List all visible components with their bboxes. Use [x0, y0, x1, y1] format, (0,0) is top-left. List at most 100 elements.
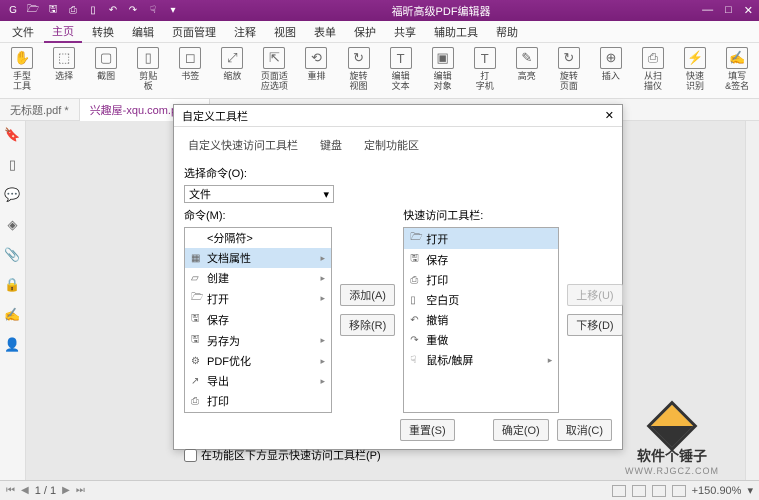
print-icon[interactable]: ⎙ — [66, 4, 80, 18]
view-mode-3-icon[interactable] — [652, 485, 666, 497]
dialog-tab[interactable]: 键盘 — [316, 135, 346, 155]
list-item[interactable]: <分隔符> — [185, 228, 331, 248]
ribbon-编辑文本[interactable]: T编辑文本 — [387, 47, 415, 91]
view-mode-1-icon[interactable] — [612, 485, 626, 497]
attach-icon[interactable]: 📎 — [4, 247, 20, 263]
ribbon-选择[interactable]: ⬚选择 — [50, 47, 78, 81]
move-down-button[interactable]: 下移(D) — [567, 314, 622, 336]
move-up-button[interactable]: 上移(U) — [567, 284, 622, 306]
undo-icon[interactable]: ↶ — [106, 4, 120, 18]
ribbon-旋转视图[interactable]: ↻旋转视图 — [345, 47, 373, 91]
menu-帮助[interactable]: 帮助 — [488, 22, 526, 42]
ribbon-快速识别[interactable]: ⚡快速识别 — [681, 47, 709, 91]
cancel-button[interactable]: 取消(C) — [557, 419, 612, 441]
list-item[interactable]: 🖫另存为▸ — [185, 330, 331, 351]
open-icon[interactable]: 🗁 — [26, 4, 40, 18]
next-page-button[interactable]: ▶ — [62, 485, 70, 496]
dialog-tab[interactable]: 自定义快速访问工具栏 — [184, 135, 302, 155]
zoom-dropdown-icon[interactable]: ▾ — [747, 484, 753, 497]
list-item[interactable]: ▱创建▸ — [185, 268, 331, 288]
list-item[interactable]: ↶撤销 — [404, 310, 558, 330]
ribbon-插入[interactable]: ⊕插入 — [597, 47, 625, 81]
menu-转换[interactable]: 转换 — [84, 22, 122, 42]
list-item[interactable]: ↗导出▸ — [185, 371, 331, 391]
close-button[interactable]: ✕ — [744, 4, 753, 17]
ribbon-从扫描仪[interactable]: ⎙从扫描仪 — [639, 47, 667, 91]
view-mode-2-icon[interactable] — [632, 485, 646, 497]
menu-辅助工具[interactable]: 辅助工具 — [426, 22, 486, 42]
last-page-button[interactable]: ⏭ — [76, 485, 85, 496]
save-icon[interactable]: 🖫 — [46, 4, 60, 18]
menu-注释[interactable]: 注释 — [226, 22, 264, 42]
layers-icon[interactable]: ◈ — [8, 217, 18, 233]
redo-icon[interactable]: ↷ — [126, 4, 140, 18]
commands-listbox[interactable]: <分隔符> ▦文档属性▸▱创建▸🗁打开▸🖫保存🖫另存为▸⚙PDF优化▸↗导出▸⎙打… — [184, 227, 332, 413]
ribbon-label: 编辑对象 — [434, 71, 452, 91]
add-button[interactable]: 添加(A) — [340, 284, 395, 306]
list-item[interactable]: ⚙PDF优化▸ — [185, 351, 331, 371]
bookmark-icon[interactable]: 🔖 — [4, 127, 20, 143]
ribbon-手型工具[interactable]: ✋手型工具 — [8, 47, 36, 91]
ribbon-编辑对象[interactable]: ▣编辑对象 — [429, 47, 457, 91]
reset-button[interactable]: 重置(S) — [400, 419, 455, 441]
list-item[interactable]: 🖫保存 — [185, 309, 331, 330]
touch-icon[interactable]: ☟ — [146, 4, 160, 18]
category-select[interactable]: 文件 ▾ — [184, 185, 334, 203]
security-icon[interactable]: 🔒 — [4, 277, 20, 293]
list-item[interactable]: ▯空白页 — [404, 290, 558, 310]
comment-icon[interactable]: 💬 — [4, 187, 20, 203]
list-item[interactable]: ⎙批量打印 — [185, 411, 331, 413]
maximize-button[interactable]: □ — [725, 4, 732, 17]
ribbon-高亮[interactable]: ✎高亮 — [513, 47, 541, 81]
menu-保护[interactable]: 保护 — [346, 22, 384, 42]
ribbon-填写&签名[interactable]: ✍填写&签名 — [723, 47, 751, 91]
list-item[interactable]: 🗁打开 — [404, 228, 558, 249]
document-tab[interactable]: 无标题.pdf * — [0, 99, 80, 121]
zoom-value[interactable]: +150.90% — [692, 485, 742, 497]
ribbon-重排[interactable]: ⟲重排 — [302, 47, 330, 81]
item-label: PDF优化 — [207, 353, 251, 369]
dropdown-icon[interactable]: ▾ — [166, 4, 180, 18]
ribbon-页面适应选项[interactable]: ⇱页面适应选项 — [260, 47, 288, 91]
menu-页面管理[interactable]: 页面管理 — [164, 22, 224, 42]
list-item[interactable]: ▦文档属性▸ — [185, 248, 331, 268]
ribbon-缩放[interactable]: ⤢缩放 — [218, 47, 246, 81]
minimize-button[interactable]: — — [702, 4, 713, 17]
list-item[interactable]: ⎙打印 — [185, 391, 331, 411]
view-mode-4-icon[interactable] — [672, 485, 686, 497]
menu-编辑[interactable]: 编辑 — [124, 22, 162, 42]
menu-主页[interactable]: 主页 — [44, 21, 82, 43]
item-icon: ↷ — [410, 335, 422, 346]
ribbon-label: 插入 — [602, 71, 620, 81]
ribbon-截图[interactable]: ▢截图 — [92, 47, 120, 81]
menu-文件[interactable]: 文件 — [4, 22, 42, 42]
remove-button[interactable]: 移除(R) — [340, 314, 395, 336]
qat-listbox[interactable]: 🗁打开🖫保存⎙打印▯空白页↶撤销↷重做☟鼠标/触屏▸ — [403, 227, 559, 413]
vertical-scrollbar[interactable] — [745, 121, 759, 480]
dialog-tab[interactable]: 定制功能区 — [360, 135, 423, 155]
ribbon-icon: ⎙ — [642, 47, 664, 69]
first-page-button[interactable]: ⏮ — [6, 485, 15, 496]
prev-page-button[interactable]: ◀ — [21, 485, 29, 496]
person-icon[interactable]: 👤 — [4, 337, 20, 353]
ribbon-旋转页面[interactable]: ↻旋转页面 — [555, 47, 583, 91]
page-icon[interactable]: ▯ — [86, 4, 100, 18]
ribbon-书签[interactable]: ◻书签 — [176, 47, 204, 81]
list-item[interactable]: 🖫保存 — [404, 249, 558, 270]
show-below-checkbox[interactable] — [184, 449, 197, 462]
menu-视图[interactable]: 视图 — [266, 22, 304, 42]
pages-icon[interactable]: ▯ — [9, 157, 16, 173]
page-indicator[interactable]: 1 / 1 — [35, 485, 56, 497]
list-item[interactable]: ☟鼠标/触屏▸ — [404, 350, 558, 370]
list-item[interactable]: ↷重做 — [404, 330, 558, 350]
dialog-close-button[interactable]: ✕ — [605, 109, 614, 122]
item-label: <分隔符> — [207, 230, 253, 246]
menu-共享[interactable]: 共享 — [386, 22, 424, 42]
ok-button[interactable]: 确定(O) — [493, 419, 549, 441]
signature-icon[interactable]: ✍ — [4, 307, 20, 323]
ribbon-剪贴板[interactable]: ▯剪贴板 — [134, 47, 162, 91]
menu-表单[interactable]: 表单 — [306, 22, 344, 42]
ribbon-打字机[interactable]: T打字机 — [471, 47, 499, 91]
list-item[interactable]: ⎙打印 — [404, 270, 558, 290]
list-item[interactable]: 🗁打开▸ — [185, 288, 331, 309]
